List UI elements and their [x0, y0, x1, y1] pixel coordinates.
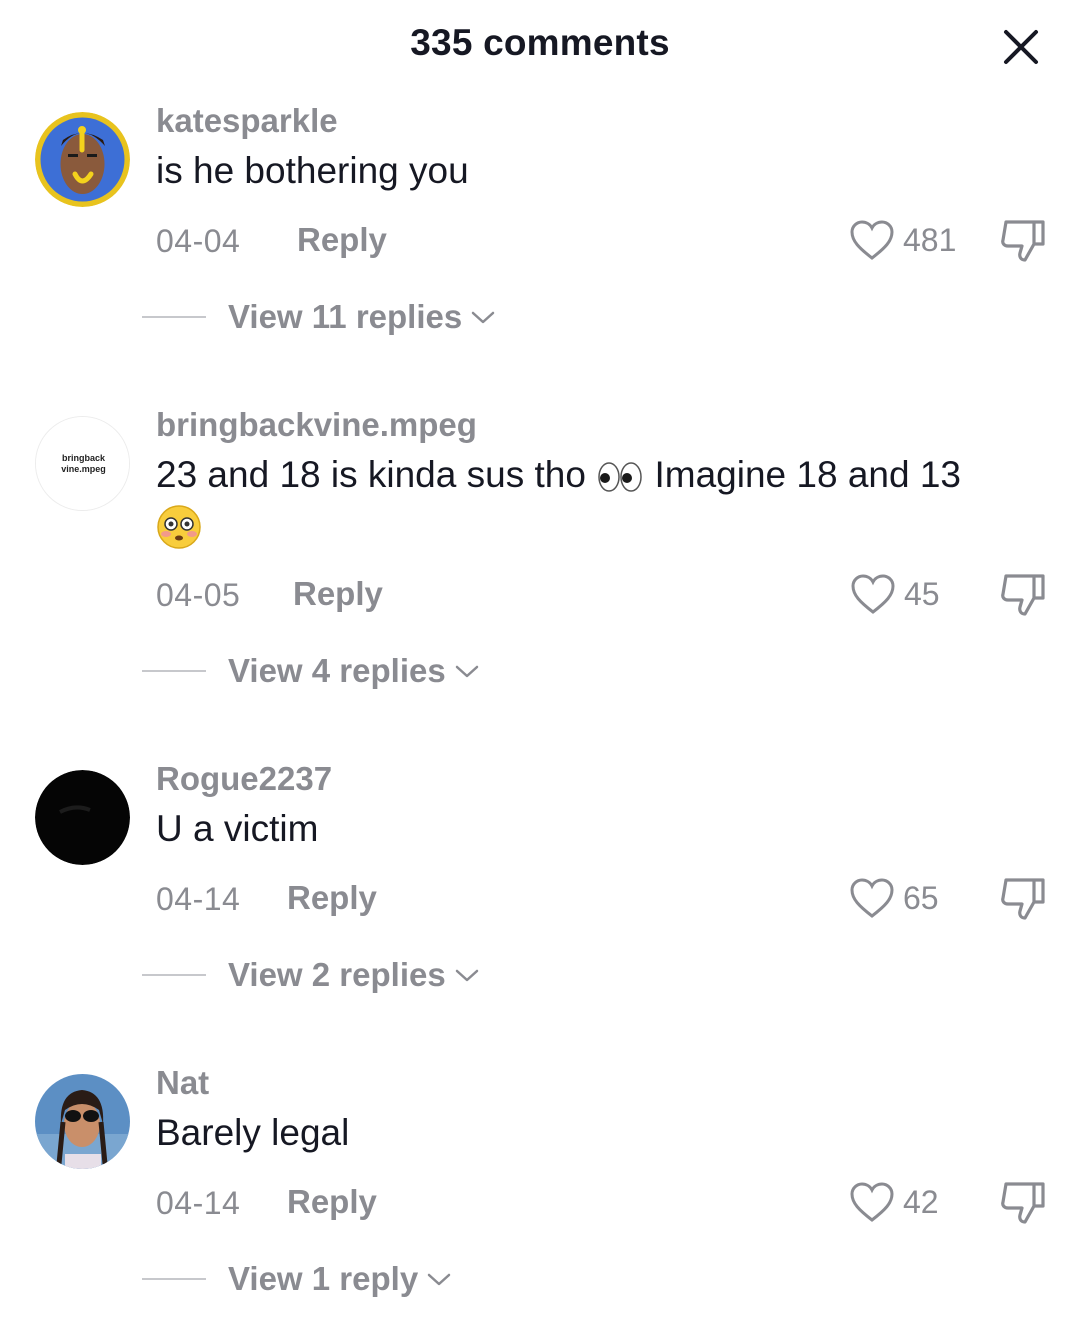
avatar-image — [35, 1074, 130, 1169]
replies-divider — [142, 316, 206, 318]
comment-username[interactable]: Nat — [156, 1064, 209, 1102]
thumbs-down-icon — [1001, 574, 1045, 616]
avatar[interactable]: bringback vine.mpeg — [35, 416, 130, 511]
like-button[interactable]: 45 — [850, 573, 940, 615]
avatar-text-line2: vine.mpeg — [61, 464, 106, 474]
comment-text: Barely legal — [156, 1112, 350, 1153]
like-count: 45 — [904, 575, 940, 612]
heart-icon — [850, 220, 894, 260]
like-button[interactable]: 42 — [849, 1181, 939, 1223]
view-replies-label: View 2 replies — [228, 956, 446, 993]
avatar-image — [35, 112, 130, 207]
thumbs-down-icon — [1001, 878, 1045, 920]
heart-icon — [851, 574, 895, 614]
avatar[interactable] — [35, 112, 130, 207]
comment-date: 04-05 — [156, 577, 241, 613]
avatar-image — [35, 770, 130, 865]
like-count: 42 — [903, 1183, 939, 1220]
comment-username[interactable]: bringbackvine.mpeg — [156, 406, 477, 444]
view-replies-button[interactable]: View 1 reply — [142, 1260, 452, 1298]
view-replies-label: View 4 replies — [228, 652, 446, 689]
reply-button[interactable]: Reply — [297, 221, 387, 259]
comment-text-part2: Imagine 18 and 13 — [654, 454, 961, 495]
reply-button[interactable]: Reply — [293, 575, 383, 613]
dislike-button[interactable] — [998, 874, 1048, 922]
like-count: 481 — [903, 221, 957, 258]
avatar-text-line1: bringback — [62, 453, 106, 463]
comment-date: 04-04 — [156, 223, 241, 259]
close-icon — [1004, 30, 1038, 64]
view-replies-button[interactable]: View 11 replies — [142, 298, 496, 336]
reply-button[interactable]: Reply — [287, 1183, 377, 1221]
avatar-image: bringback vine.mpeg — [36, 417, 129, 510]
replies-divider — [142, 974, 206, 976]
view-replies-button[interactable]: View 4 replies — [142, 652, 480, 690]
like-button[interactable]: 481 — [849, 219, 956, 261]
comment-text: U a victim — [156, 808, 319, 849]
comments-count-title: 335 comments — [410, 22, 670, 63]
replies-divider — [142, 670, 206, 672]
comment-date: 04-14 — [156, 881, 241, 917]
chevron-down-icon — [427, 1273, 451, 1286]
view-replies-label: View 11 replies — [228, 298, 463, 335]
chevron-down-icon — [471, 311, 495, 324]
chevron-down-icon — [455, 969, 478, 982]
heart-icon — [850, 878, 894, 918]
thumbs-down-icon — [1001, 220, 1045, 262]
avatar[interactable] — [35, 770, 130, 865]
comment-date: 04-14 — [156, 1185, 241, 1221]
dislike-button[interactable] — [998, 570, 1048, 618]
like-button[interactable]: 65 — [849, 877, 939, 919]
comments-sheet: 335 comments katesparkle is he bothering… — [0, 0, 1080, 1317]
comment-text: 23 and 18 is kinda sus tho Imagine 18 an… — [156, 450, 1036, 550]
comment-text: is he bothering you — [156, 150, 469, 191]
view-replies-button[interactable]: View 2 replies — [142, 956, 480, 994]
comments-header: 335 comments — [0, 0, 1080, 90]
thumbs-down-icon — [1001, 1182, 1045, 1224]
replies-divider — [142, 1278, 206, 1280]
reply-button[interactable]: Reply — [287, 879, 377, 917]
comment-username[interactable]: Rogue2237 — [156, 760, 332, 798]
view-replies-label: View 1 reply — [228, 1260, 419, 1297]
avatar[interactable] — [35, 1074, 130, 1169]
heart-icon — [850, 1182, 894, 1222]
chevron-down-icon — [455, 665, 478, 678]
comment-username[interactable]: katesparkle — [156, 102, 338, 140]
like-count: 65 — [903, 879, 939, 916]
eyes-emoji-icon — [596, 460, 644, 494]
dislike-button[interactable] — [998, 1178, 1048, 1226]
comment-text-part1: 23 and 18 is kinda sus tho — [156, 454, 586, 495]
close-button[interactable] — [996, 22, 1046, 72]
flushed-emoji-icon — [156, 504, 202, 550]
dislike-button[interactable] — [998, 216, 1048, 264]
